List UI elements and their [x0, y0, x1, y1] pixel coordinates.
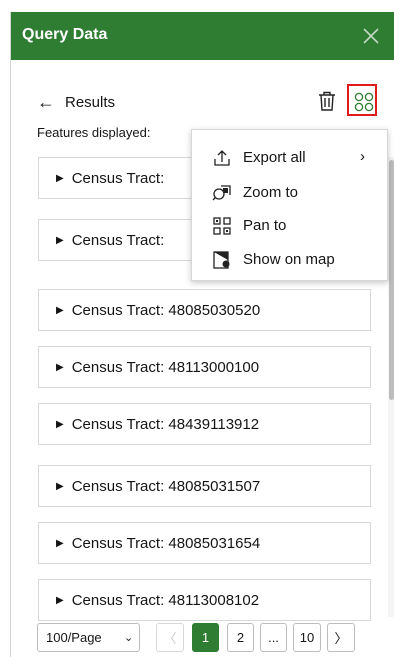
pan-to-icon	[213, 217, 231, 235]
expand-triangle-icon: ▶	[56, 361, 64, 373]
result-item-label: Census Tract:	[71, 169, 165, 187]
results-label: Results	[65, 93, 116, 111]
show-on-map-icon	[213, 251, 230, 269]
query-data-panel: Query Data ← Results Features displayed:…	[10, 12, 394, 657]
result-item-label: Census Tract: 48085031654	[71, 534, 261, 552]
menu-item-pan-to[interactable]: Pan to	[192, 210, 389, 242]
panel-title: Query Data	[22, 26, 108, 43]
page-button-1[interactable]: 1	[192, 623, 219, 652]
result-item[interactable]: ▶ Census Tract: 48085030520	[38, 289, 371, 331]
chevron-down-icon: ⌄	[124, 632, 134, 644]
expand-triangle-icon: ▶	[56, 537, 64, 549]
back-to-results[interactable]: ← Results	[37, 92, 115, 112]
expand-triangle-icon: ▶	[56, 480, 64, 492]
result-item[interactable]: ▶ Census Tract: 48113000100	[38, 346, 371, 388]
page-button-10[interactable]: 10	[293, 623, 321, 652]
page-size-select[interactable]: 100/Page ⌄	[37, 623, 140, 652]
menu-item-show-on-map[interactable]: Show on map	[192, 244, 389, 276]
chevron-right-icon: 〉	[334, 631, 348, 646]
actions-menu: Export all › Zoom to Pan to Show on map	[191, 129, 388, 281]
result-item-label: Census Tract: 48439113912	[71, 415, 260, 433]
page-ellipsis[interactable]: ...	[260, 623, 287, 652]
result-item-label: Census Tract:	[71, 231, 165, 249]
result-item-label: Census Tract: 48113000100	[71, 358, 260, 376]
expand-triangle-icon: ▶	[56, 594, 64, 606]
result-item-label: Census Tract: 48085031507	[71, 477, 261, 495]
trash-icon[interactable]	[317, 90, 337, 112]
panel-header: Query Data	[11, 12, 394, 60]
page-button-2[interactable]: 2	[227, 623, 254, 652]
menu-item-zoom-to[interactable]: Zoom to	[192, 177, 389, 209]
result-item-label: Census Tract: 48113008102	[71, 591, 260, 609]
zoom-to-icon	[212, 185, 231, 201]
result-item[interactable]: ▶ Census Tract: 48085031654	[38, 522, 371, 564]
result-item[interactable]: ▶ Census Tract: 48113008102	[38, 579, 371, 621]
chevron-left-icon: 〈	[163, 631, 177, 646]
result-item-label: Census Tract: 48085030520	[71, 301, 261, 319]
features-displayed: Features displayed:	[37, 125, 151, 140]
scrollbar-thumb[interactable]	[389, 160, 394, 400]
menu-item-export-all[interactable]: Export all ›	[192, 142, 389, 174]
expand-triangle-icon: ▶	[56, 234, 64, 246]
back-arrow-icon: ←	[37, 92, 55, 112]
prev-page-button[interactable]: 〈	[156, 623, 184, 652]
next-page-button[interactable]: 〉	[327, 623, 355, 652]
result-item[interactable]: ▶ Census Tract: 48439113912	[38, 403, 371, 445]
expand-triangle-icon: ▶	[56, 172, 64, 184]
actions-button[interactable]	[347, 84, 377, 116]
actions-grid-icon	[354, 92, 374, 112]
expand-triangle-icon: ▶	[56, 418, 64, 430]
result-item[interactable]: ▶ Census Tract: 48085031507	[38, 465, 371, 507]
export-icon	[214, 150, 230, 166]
chevron-right-icon: ›	[360, 148, 365, 165]
expand-triangle-icon: ▶	[56, 304, 64, 316]
close-icon[interactable]	[359, 24, 383, 48]
